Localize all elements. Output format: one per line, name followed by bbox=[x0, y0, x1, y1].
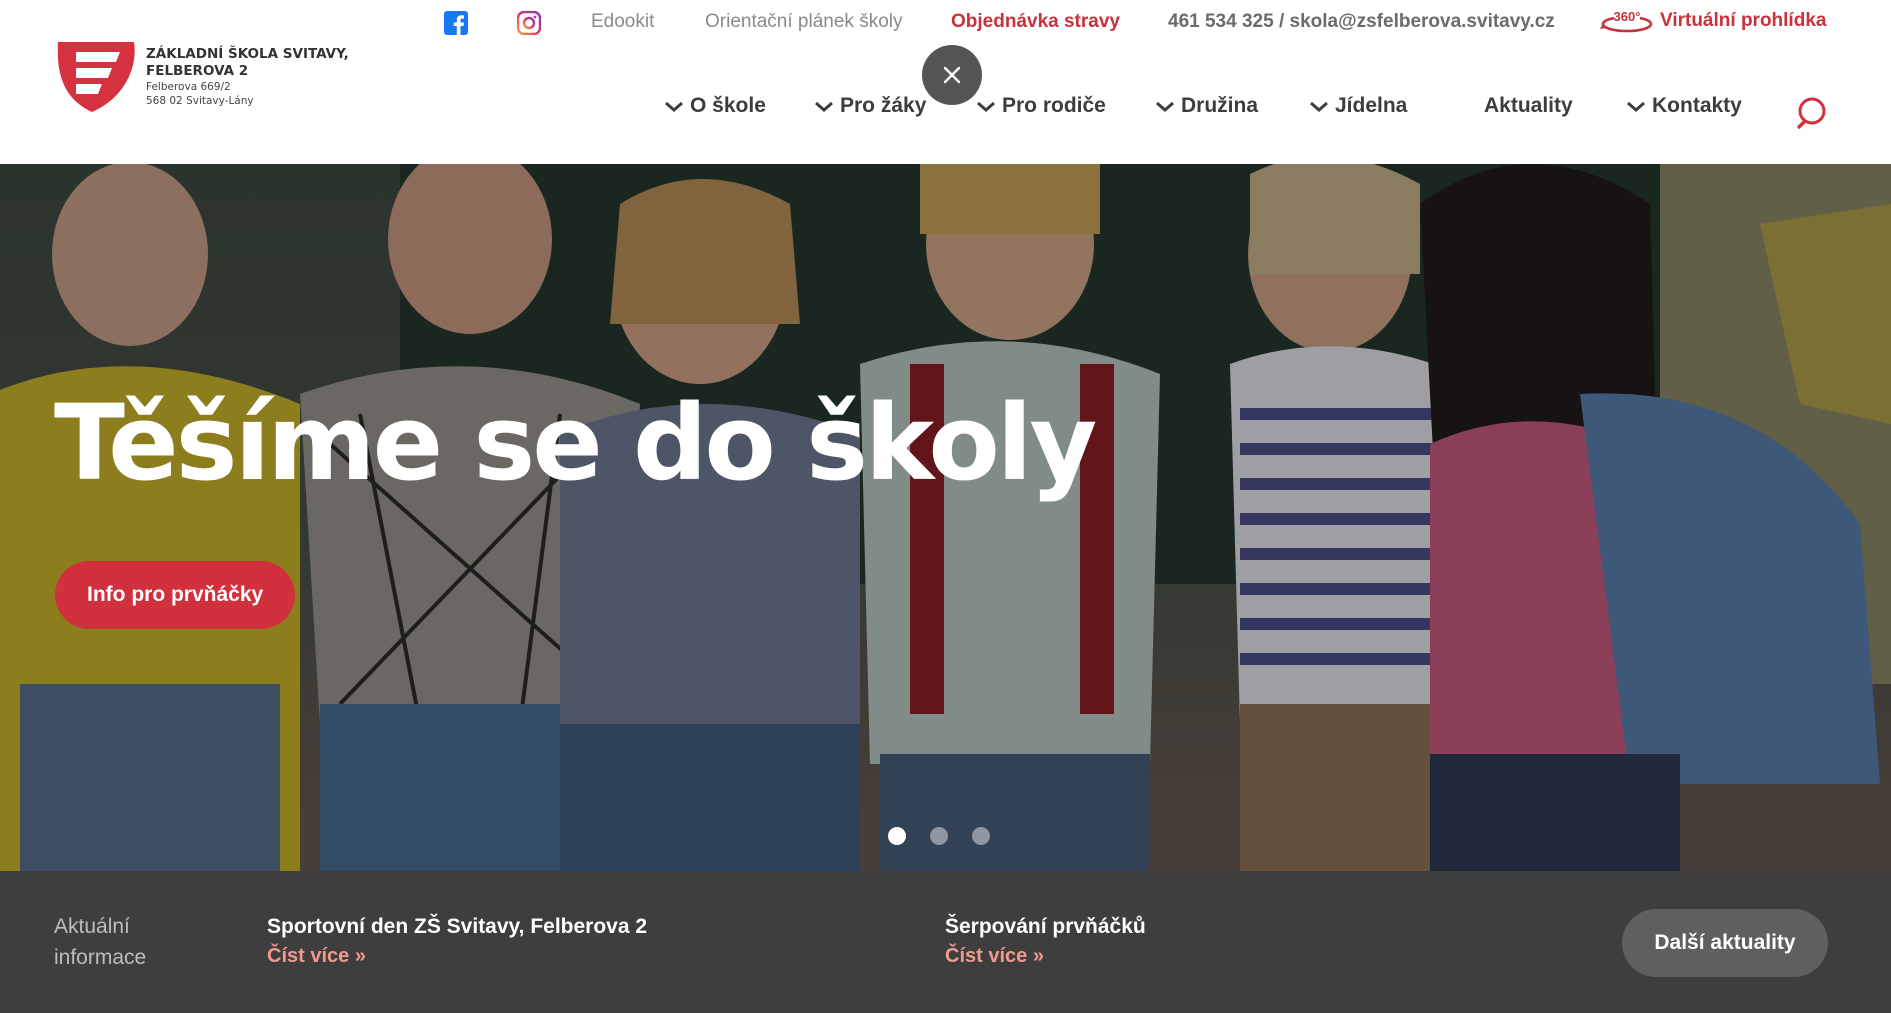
nav-label: Jídelna bbox=[1335, 94, 1408, 117]
news-strip: Aktuální informace Sportovní den ZŠ Svit… bbox=[0, 871, 1891, 1013]
nav-item-pro-zaky[interactable]: Pro žáky bbox=[814, 94, 926, 118]
chevron-down-icon bbox=[1310, 101, 1328, 112]
search-icon[interactable] bbox=[1796, 96, 1830, 130]
more-news-button[interactable]: Další aktuality bbox=[1622, 909, 1828, 977]
news-item-title[interactable]: Sportovní den ZŠ Svitavy, Felberova 2 bbox=[267, 915, 647, 938]
school-address-line1: Felberova 669/2 bbox=[146, 81, 231, 93]
chevron-down-icon bbox=[815, 101, 833, 112]
nav-item-pro-rodice[interactable]: Pro rodiče bbox=[976, 94, 1106, 118]
chevron-down-icon bbox=[1156, 101, 1174, 112]
first-graders-info-button[interactable]: Info pro prvňáčky bbox=[55, 561, 296, 629]
main-nav: O škole Pro žáky Pro rodiče Družina Jíde… bbox=[0, 94, 1891, 126]
360-tour-icon: 360° bbox=[1600, 9, 1653, 33]
hero-title: Těšíme se do školy bbox=[54, 382, 1097, 504]
news-item: Šerpování prvňáčků Číst více » bbox=[945, 915, 1146, 968]
read-more-link[interactable]: Číst více » bbox=[267, 945, 647, 968]
slider-dot-1[interactable] bbox=[888, 827, 906, 845]
nav-label: Aktuality bbox=[1484, 94, 1573, 117]
read-more-link[interactable]: Číst více » bbox=[945, 945, 1146, 968]
slider-dots bbox=[888, 827, 1014, 845]
slider-dot-2[interactable] bbox=[930, 827, 948, 845]
nav-item-jidelna[interactable]: Jídelna bbox=[1309, 94, 1407, 118]
news-item-title[interactable]: Šerpování prvňáčků bbox=[945, 915, 1146, 938]
instagram-icon[interactable] bbox=[517, 11, 541, 35]
top-bar: Edookit Orientační plánek školy Objednáv… bbox=[0, 0, 1891, 46]
nav-item-druzina[interactable]: Družina bbox=[1155, 94, 1258, 118]
nav-label: O škole bbox=[690, 94, 766, 117]
chevron-down-icon bbox=[1627, 101, 1645, 112]
hero-slider: Těšíme se do školy Info pro prvňáčky bbox=[0, 164, 1891, 871]
nav-item-o-skole[interactable]: O škole bbox=[664, 94, 766, 118]
360-badge: 360° bbox=[1614, 9, 1641, 24]
virtual-tour-label: Virtuální prohlídka bbox=[1660, 10, 1827, 31]
school-name: ZÁKLADNÍ ŠKOLA SVITAVY, FELBEROVA 2 bbox=[146, 46, 349, 79]
nav-item-aktuality[interactable]: Aktuality bbox=[1484, 94, 1573, 118]
slider-dot-3[interactable] bbox=[972, 827, 990, 845]
virtual-tour-link[interactable]: 360° Virtuální prohlídka bbox=[1600, 8, 1826, 34]
chevron-down-icon bbox=[665, 101, 683, 112]
contact-link[interactable]: 461 534 325 / skola@zsfelberova.svitavy.… bbox=[1168, 10, 1555, 34]
nav-label: Pro rodiče bbox=[1002, 94, 1106, 117]
nav-label: Pro žáky bbox=[840, 94, 927, 117]
nav-label: Družina bbox=[1181, 94, 1259, 117]
news-label: Aktuální informace bbox=[54, 915, 147, 969]
edookit-link[interactable]: Edookit bbox=[591, 10, 654, 34]
chevron-down-icon bbox=[977, 101, 995, 112]
nav-item-kontakty[interactable]: Kontakty bbox=[1626, 94, 1742, 118]
site-header: ZÁKLADNÍ ŠKOLA SVITAVY, FELBEROVA 2 Felb… bbox=[0, 0, 1891, 164]
nav-label: Kontakty bbox=[1652, 94, 1742, 117]
news-item: Sportovní den ZŠ Svitavy, Felberova 2 Čí… bbox=[267, 915, 647, 968]
school-map-link[interactable]: Orientační plánek školy bbox=[705, 10, 903, 34]
food-order-link[interactable]: Objednávka stravy bbox=[951, 10, 1120, 34]
hero-overlay bbox=[0, 164, 1891, 871]
facebook-icon[interactable] bbox=[444, 11, 468, 35]
close-icon bbox=[943, 66, 961, 84]
